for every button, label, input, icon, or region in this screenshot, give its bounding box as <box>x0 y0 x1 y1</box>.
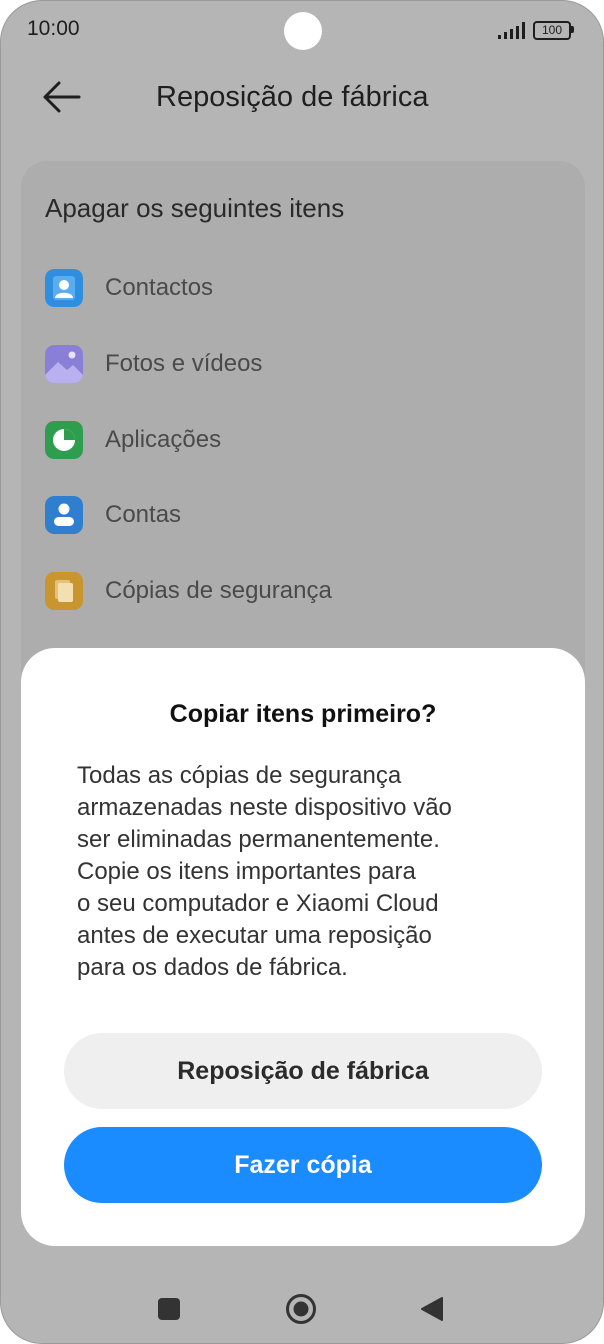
dialog-message-line: antes de executar uma reposição <box>77 922 432 949</box>
status-time: 10:00 <box>27 17 80 40</box>
back-triangle-icon[interactable] <box>420 1296 444 1322</box>
item-label: Contas <box>105 501 182 528</box>
gallery-icon <box>45 345 83 383</box>
dialog-message-line: o seu computador e Xiaomi Cloud <box>77 890 439 917</box>
item-label: Contactos <box>105 274 214 301</box>
dialog-message-line: Copie os itens importantes para <box>77 858 416 885</box>
list-item-apps: Aplicações <box>45 421 565 461</box>
backup-dialog: Copiar itens primeiro? Todas as cópias d… <box>21 648 585 1246</box>
apps-icon <box>45 421 83 459</box>
battery-tip <box>571 26 574 33</box>
recents-square-icon[interactable] <box>158 1298 180 1320</box>
dialog-message: Todas as cópias de segurança armazenadas… <box>77 760 527 984</box>
home-circle-icon[interactable] <box>285 1293 317 1325</box>
dialog-title: Copiar itens primeiro? <box>169 700 437 728</box>
front-camera-cutout <box>284 12 322 50</box>
dialog-message-line: para os dados de fábrica. <box>77 954 348 981</box>
item-label: Fotos e vídeos <box>105 350 263 377</box>
item-label: Cópias de segurança <box>105 577 332 604</box>
factory-reset-button[interactable]: Reposição de fábrica <box>64 1033 542 1109</box>
dialog-message-line: Todas as cópias de segurança <box>77 762 402 789</box>
account-icon <box>45 496 83 534</box>
backup-button[interactable]: Fazer cópia <box>64 1127 542 1203</box>
list-item-accounts: Contas <box>45 496 565 536</box>
arrow-left-icon[interactable] <box>41 79 83 115</box>
item-label: Aplicações <box>105 426 222 453</box>
list-item-contacts: Contactos <box>45 269 565 309</box>
list-item-backups: Cópias de segurança <box>45 572 565 612</box>
phone-screen: 10:00 100 Reposição de fábrica Apagar os… <box>0 0 604 1344</box>
backup-icon <box>45 572 83 610</box>
dialog-message-line: armazenadas neste dispositivo vão <box>77 794 452 821</box>
signal-icon <box>498 22 525 39</box>
dialog-message-line: ser eliminadas permanentemente. <box>77 826 440 853</box>
page-title: Reposição de fábrica <box>156 81 429 113</box>
card-heading: Apagar os seguintes itens <box>45 193 345 223</box>
list-item-photos: Fotos e vídeos <box>45 345 565 385</box>
contacts-icon <box>45 269 83 307</box>
battery-icon: 100 <box>533 21 571 40</box>
